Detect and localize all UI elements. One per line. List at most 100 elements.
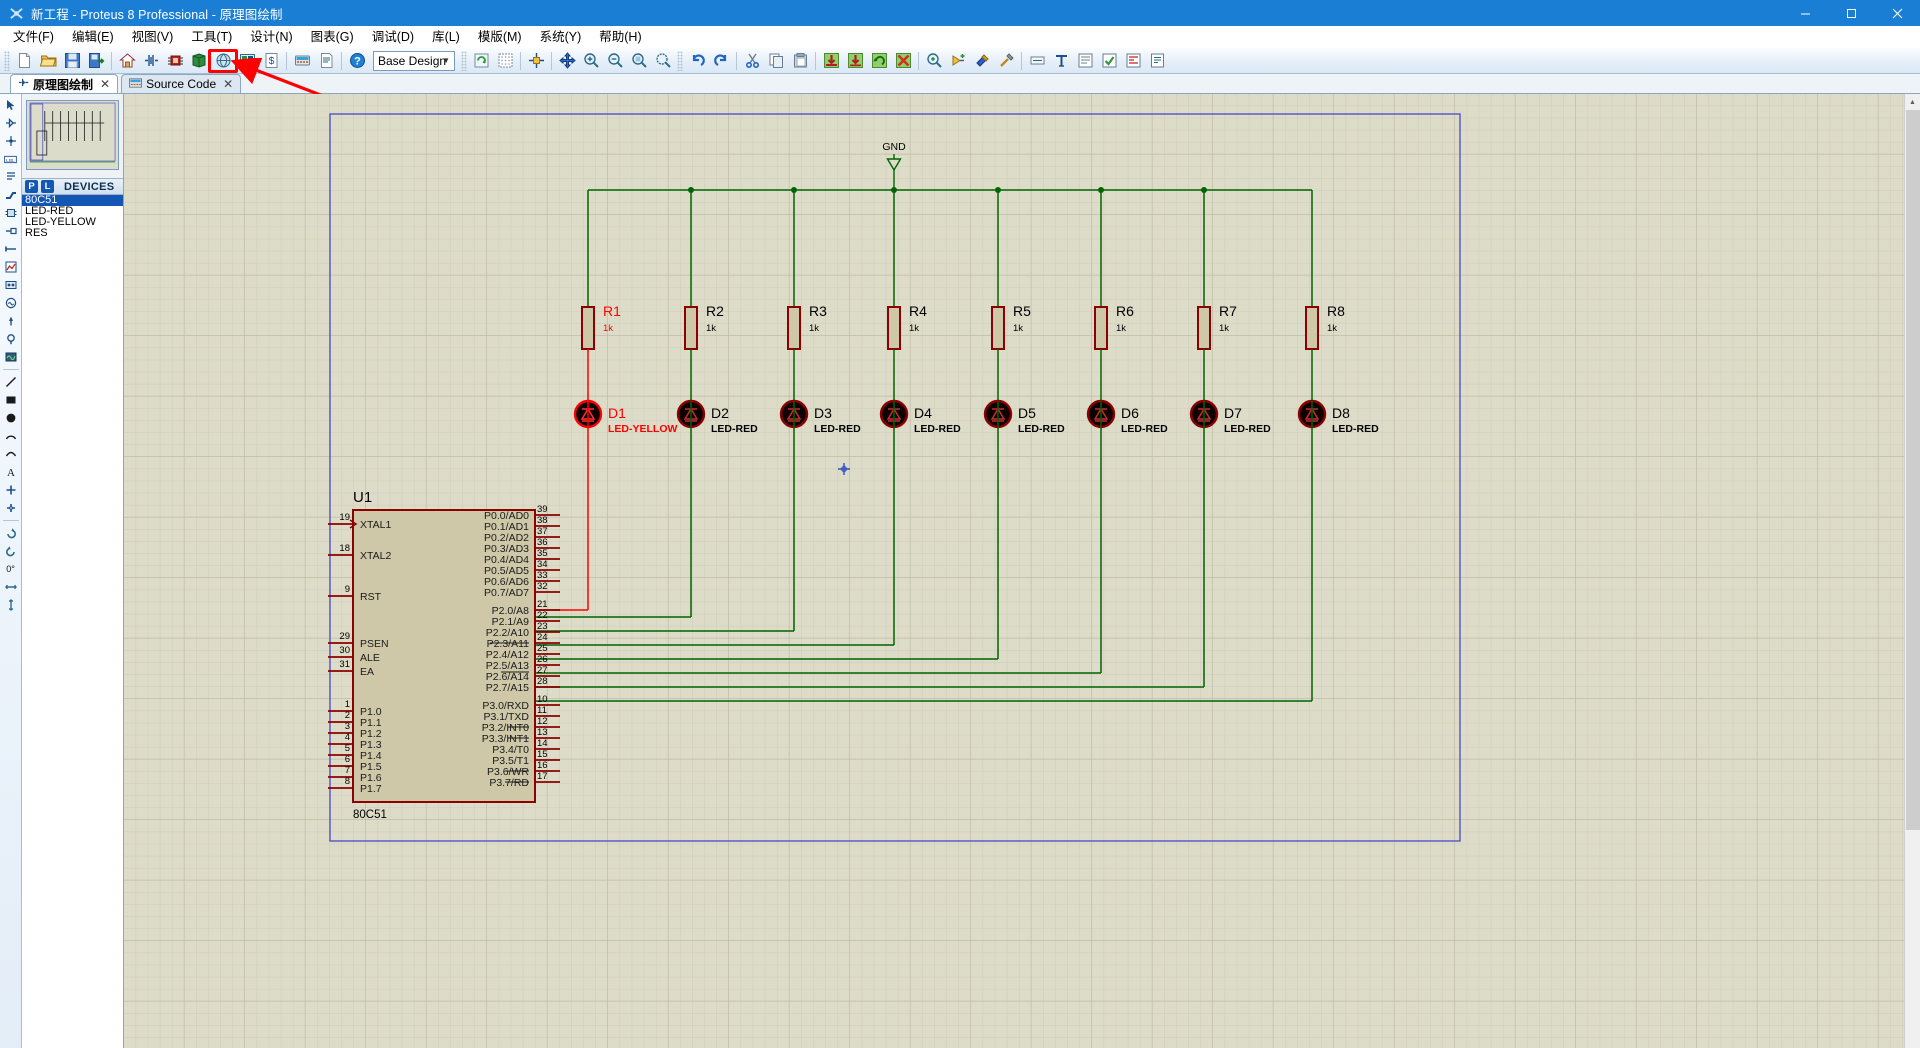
block-move-button[interactable] — [844, 50, 866, 72]
erc-button[interactable] — [1098, 50, 1120, 72]
rotate-clockwise-tool[interactable] — [1, 524, 20, 542]
overview-preview[interactable] — [26, 100, 119, 170]
save-file-button[interactable] — [61, 50, 83, 72]
import-export-button[interactable] — [85, 50, 107, 72]
tab-source-code[interactable]: Source Code ✕ — [121, 74, 242, 93]
pick-device-button[interactable] — [923, 50, 945, 72]
toolbar-grip-2[interactable] — [461, 50, 467, 71]
decompose-button[interactable] — [995, 50, 1017, 72]
undo-button[interactable] — [686, 50, 708, 72]
menu-view[interactable]: 视图(V) — [123, 27, 183, 47]
refresh-button[interactable] — [470, 50, 492, 72]
block-copy-button[interactable] — [820, 50, 842, 72]
toolbar-grip-3[interactable] — [677, 50, 683, 71]
redo-button[interactable] — [710, 50, 732, 72]
virtual-instruments-tool[interactable] — [1, 348, 20, 366]
help-button[interactable]: ? — [346, 50, 368, 72]
paste-button[interactable] — [789, 50, 811, 72]
menu-edit[interactable]: 编辑(E) — [63, 27, 123, 47]
toolbar-grip[interactable] — [4, 50, 10, 71]
pan-button[interactable] — [556, 50, 578, 72]
junction-dot-tool[interactable] — [1, 132, 20, 150]
rotate-anticlockwise-tool[interactable] — [1, 542, 20, 560]
2d-box-tool[interactable] — [1, 391, 20, 409]
wire-label-button[interactable] — [1026, 50, 1048, 72]
gerber-view-button[interactable] — [212, 50, 234, 72]
generator-mode-tool[interactable] — [1, 294, 20, 312]
origin-button[interactable] — [525, 50, 547, 72]
menu-template[interactable]: 模版(M) — [469, 27, 531, 47]
close-button[interactable] — [1874, 0, 1920, 26]
properties-button[interactable] — [1146, 50, 1168, 72]
device-pins-tool[interactable] — [1, 240, 20, 258]
menu-system[interactable]: 系统(Y) — [531, 27, 591, 47]
text-script-button[interactable] — [1050, 50, 1072, 72]
rotation-angle-label[interactable]: 0° — [1, 560, 20, 578]
component-mode-tool[interactable] — [1, 114, 20, 132]
mirror-vertical-tool[interactable] — [1, 596, 20, 614]
2d-symbol-tool[interactable] — [1, 481, 20, 499]
netlist-compiler-button[interactable] — [1122, 50, 1144, 72]
library-badge-l[interactable]: L — [41, 180, 54, 193]
packaging-tool-button[interactable] — [971, 50, 993, 72]
cut-button[interactable] — [741, 50, 763, 72]
menu-debug[interactable]: 调试(D) — [363, 27, 423, 47]
net-list-button[interactable] — [1074, 50, 1096, 72]
device-item-res[interactable]: RES — [22, 228, 123, 239]
2d-circle-tool[interactable] — [1, 409, 20, 427]
tab-schematic-close-icon[interactable]: ✕ — [100, 77, 110, 91]
devices-list[interactable]: 80C51 LED-RED LED-YELLOW RES — [22, 195, 123, 1048]
pcb-layout-button[interactable] — [164, 50, 186, 72]
vertical-scrollbar[interactable]: ▲ ▼ — [1904, 94, 1920, 1048]
menu-help[interactable]: 帮助(H) — [590, 27, 650, 47]
3d-visualizer-button[interactable] — [188, 50, 210, 72]
scroll-up-button[interactable]: ▲ — [1904, 94, 1920, 110]
mirror-horizontal-tool[interactable] — [1, 578, 20, 596]
2d-marker-tool[interactable] — [1, 499, 20, 517]
zoom-all-button[interactable] — [628, 50, 650, 72]
subcircuit-tool[interactable] — [1, 204, 20, 222]
mcu-u1[interactable]: U1 80C51 19189 293031 123 456 78 XTAL1XT… — [328, 489, 560, 821]
make-device-button[interactable] — [947, 50, 969, 72]
toggle-grid-button[interactable] — [494, 50, 516, 72]
block-delete-button[interactable] — [892, 50, 914, 72]
minimize-button[interactable] — [1782, 0, 1828, 26]
scroll-thumb[interactable] — [1905, 110, 1920, 830]
voltage-probe-tool[interactable] — [1, 312, 20, 330]
home-page-button[interactable] — [116, 50, 138, 72]
zoom-out-button[interactable] — [604, 50, 626, 72]
tape-recorder-tool[interactable] — [1, 276, 20, 294]
terminals-mode-tool[interactable] — [1, 222, 20, 240]
bill-of-materials-button[interactable]: $ — [260, 50, 282, 72]
wire-label-tool[interactable]: LBL — [1, 150, 20, 168]
report-button[interactable] — [315, 50, 337, 72]
zoom-in-button[interactable] — [580, 50, 602, 72]
2d-line-tool[interactable] — [1, 373, 20, 391]
2d-text-tool[interactable]: A — [1, 463, 20, 481]
2d-path-tool[interactable] — [1, 445, 20, 463]
buses-tool[interactable] — [1, 186, 20, 204]
menu-design[interactable]: 设计(N) — [241, 27, 301, 47]
graph-mode-tool[interactable] — [1, 258, 20, 276]
open-file-button[interactable] — [37, 50, 59, 72]
copy-button[interactable] — [765, 50, 787, 72]
current-probe-tool[interactable] — [1, 330, 20, 348]
menu-library[interactable]: 库(L) — [423, 27, 469, 47]
tab-schematic-capture[interactable]: 原理图绘制 ✕ — [10, 74, 119, 93]
tab-source-code-close-icon[interactable]: ✕ — [223, 77, 233, 91]
sheet-select[interactable]: Base Design ▼ — [373, 50, 455, 71]
schematic-canvas[interactable]: GND R1 1k D1 LED-YELLOW R2 1k D2 LED-RED… — [124, 94, 1904, 1048]
menu-file[interactable]: 文件(F) — [4, 27, 63, 47]
source-code-button[interactable] — [291, 50, 313, 72]
text-script-tool[interactable] — [1, 168, 20, 186]
maximize-button[interactable] — [1828, 0, 1874, 26]
pick-devices-badge-p[interactable]: P — [25, 180, 38, 193]
design-explorer-button[interactable] — [236, 50, 258, 72]
selection-mode-tool[interactable] — [1, 96, 20, 114]
new-file-button[interactable] — [13, 50, 35, 72]
menu-tools[interactable]: 工具(T) — [182, 27, 241, 47]
schematic-capture-button[interactable] — [140, 50, 162, 72]
block-rotate-button[interactable] — [868, 50, 890, 72]
menu-graph[interactable]: 图表(G) — [302, 27, 363, 47]
2d-arc-tool[interactable] — [1, 427, 20, 445]
